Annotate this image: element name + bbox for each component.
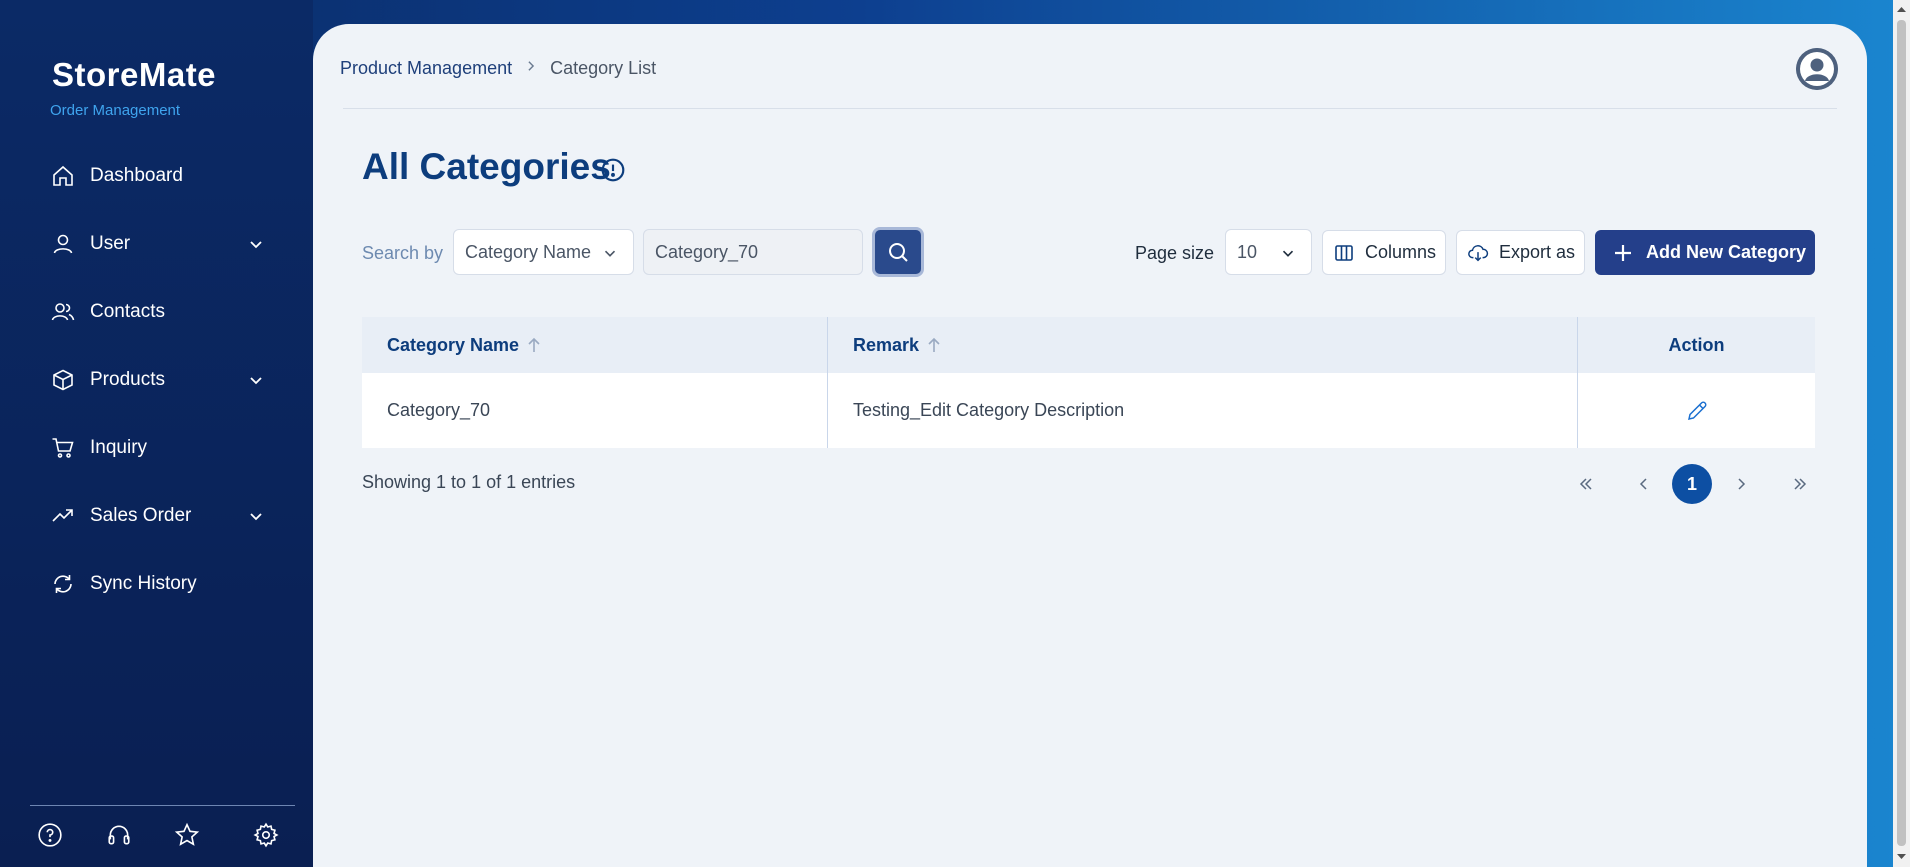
cell-remark: Testing_Edit Category Description [828,373,1578,448]
column-header-action: Action [1578,317,1815,373]
export-button[interactable]: Export as [1456,230,1585,275]
search-field-value: Category Name [465,241,592,262]
add-new-category-button[interactable]: Add New Category [1595,230,1815,275]
search-button[interactable] [872,227,924,277]
sidebar-item-label: Products [90,369,165,390]
add-new-category-label: Add New Category [1646,242,1807,262]
column-header-label: Action [1668,334,1725,355]
double-chevron-right-icon [1794,478,1807,490]
chevron-down-icon [1282,250,1294,257]
sort-arrow-up-icon[interactable] [527,337,541,353]
double-chevron-left-icon [1579,478,1592,490]
sidebar-item-label: Sales Order [90,505,192,526]
home-icon [50,163,76,189]
main-panel: Product Management Category List All Cat… [313,24,1867,867]
columns-icon [1335,244,1353,261]
sort-arrow-up-icon[interactable] [927,337,941,353]
help-icon[interactable] [35,820,65,850]
next-page-button[interactable] [1721,464,1761,504]
column-header-label: Remark [853,334,920,355]
table-row: Category_70 Testing_Edit Category Descri… [362,373,1815,448]
box-icon [50,367,76,393]
chevron-down-icon[interactable] [246,370,266,390]
chevron-left-icon [1639,478,1647,490]
columns-button[interactable]: Columns [1322,230,1446,275]
info-icon[interactable] [600,157,626,183]
sidebar-item-user[interactable]: User [0,210,313,278]
edit-pencil-icon[interactable] [1685,399,1709,423]
chevron-down-icon [604,250,616,257]
sidebar-item-label: Sync History [90,573,197,594]
breadcrumb: Product Management Category List [340,58,656,79]
column-header-remark[interactable]: Remark [828,317,1578,373]
chevron-down-icon[interactable] [246,234,266,254]
sync-icon [50,571,76,597]
chevron-right-icon [524,59,538,78]
app-subtitle: Order Management [50,102,181,119]
prev-page-button[interactable] [1624,464,1664,504]
user-icon [50,231,76,257]
page-size-label: Page size [1135,243,1215,263]
sidebar-item-label: Inquiry [90,437,148,458]
column-header-label: Category Name [387,334,520,355]
sidebar-footer [0,820,313,860]
sidebar-item-label: Dashboard [90,165,183,186]
last-page-button[interactable] [1780,464,1820,504]
app-logo[interactable]: StoreMate [52,56,216,94]
category-table: Category Name Remark Action Category_70 … [362,317,1815,448]
column-header-category-name[interactable]: Category Name [362,317,828,373]
cart-icon [50,435,76,461]
breadcrumb-link-product-management[interactable]: Product Management [340,58,512,79]
page-scrollbar[interactable] [1893,0,1910,867]
chevron-right-icon [1738,478,1746,490]
avatar[interactable] [1796,48,1838,90]
header-divider [343,108,1837,109]
contacts-icon [50,299,76,325]
page-number-button[interactable]: 1 [1672,464,1712,504]
table-header: Category Name Remark Action [362,317,1815,373]
headset-icon[interactable] [104,820,134,850]
gear-icon[interactable] [251,820,281,850]
star-icon[interactable] [172,820,202,850]
sidebar-divider [30,805,295,806]
first-page-button[interactable] [1566,464,1606,504]
sidebar-item-inquiry[interactable]: Inquiry [0,414,313,482]
columns-label: Columns [1365,242,1437,262]
sidebar: StoreMate Order Management Dashboard Use… [0,0,313,867]
cell-category-name: Category_70 [362,373,828,448]
sidebar-item-products[interactable]: Products [0,346,313,414]
chevron-down-icon[interactable] [246,506,266,526]
search-input[interactable]: Category_70 [643,229,863,275]
search-by-label: Search by [362,243,444,263]
cell-action [1578,373,1815,448]
sidebar-item-label: User [90,233,131,254]
scroll-thumb[interactable] [1897,20,1906,846]
scroll-up-arrow-icon[interactable] [1896,4,1907,15]
trend-up-icon [50,503,76,529]
page-size-value: 10 [1237,241,1258,262]
sidebar-item-dashboard[interactable]: Dashboard [0,142,313,210]
sidebar-item-label: Contacts [90,301,165,322]
page-title: All Categories [362,146,611,187]
breadcrumb-current: Category List [550,58,657,78]
sidebar-item-sales-order[interactable]: Sales Order [0,482,313,550]
search-field-select[interactable]: Category Name [453,229,634,275]
search-icon [889,243,908,262]
sidebar-nav: Dashboard User Contacts Products Inquiry… [0,142,313,618]
sidebar-item-contacts[interactable]: Contacts [0,278,313,346]
entries-summary: Showing 1 to 1 of 1 entries [362,472,576,492]
sidebar-item-sync-history[interactable]: Sync History [0,550,313,618]
page-size-select[interactable]: 10 [1225,229,1312,275]
plus-icon [1615,244,1631,261]
export-label: Export as [1499,242,1576,262]
pagination: 1 [1566,464,1826,504]
scroll-down-arrow-icon[interactable] [1896,851,1907,862]
cloud-download-icon [1468,244,1489,261]
